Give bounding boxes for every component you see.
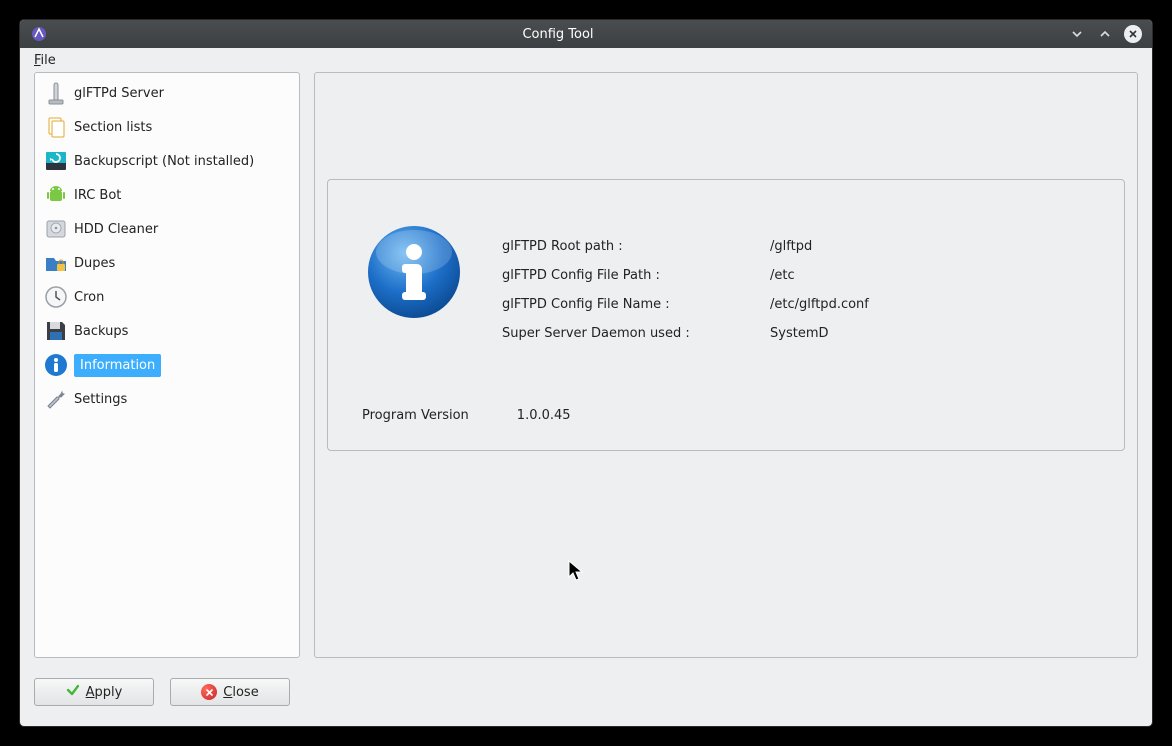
sidebar: glFTPd Server Section lists Backupscript…: [34, 72, 300, 658]
sidebar-item-label: Information: [74, 354, 161, 377]
sidebar-item-label: Cron: [74, 290, 104, 305]
info-labels: glFTPD Root path : glFTPD Config File Pa…: [502, 232, 690, 348]
sidebar-item-irc-bot[interactable]: IRC Bot: [38, 178, 296, 212]
sidebar-item-label: Settings: [74, 392, 127, 407]
server-icon: [42, 79, 70, 107]
hdd-icon: [42, 215, 70, 243]
info-large-icon: [364, 222, 464, 322]
value-config-name: /etc/glftpd.conf: [770, 290, 869, 319]
android-icon: [42, 181, 70, 209]
close-window-button[interactable]: [1124, 25, 1142, 43]
sidebar-item-label: Backupscript (Not installed): [74, 154, 254, 169]
floppy-icon: [42, 317, 70, 345]
close-label-rest: lose: [232, 685, 258, 700]
info-icon: [42, 351, 70, 379]
clock-icon: [42, 283, 70, 311]
minimize-button[interactable]: [1068, 25, 1086, 43]
program-version-row: Program Version 1.0.0.45: [362, 408, 571, 423]
documents-icon: [42, 113, 70, 141]
sidebar-item-label: glFTPd Server: [74, 86, 164, 101]
titlebar: Config Tool: [20, 20, 1152, 48]
maximize-button[interactable]: [1096, 25, 1114, 43]
info-values: /glftpd /etc /etc/glftpd.conf SystemD: [770, 232, 869, 348]
program-version-value: 1.0.0.45: [517, 408, 571, 423]
label-config-name: glFTPD Config File Name :: [502, 290, 690, 319]
backup-drive-icon: [42, 147, 70, 175]
close-icon: [201, 684, 217, 700]
footer: Apply Close: [34, 672, 1138, 712]
info-group: glFTPD Root path : glFTPD Config File Pa…: [327, 179, 1125, 451]
sidebar-item-settings[interactable]: Settings: [38, 382, 296, 416]
sidebar-item-section-lists[interactable]: Section lists: [38, 110, 296, 144]
sidebar-item-label: Section lists: [74, 120, 152, 135]
sidebar-item-backups[interactable]: Backups: [38, 314, 296, 348]
label-daemon: Super Server Daemon used :: [502, 319, 690, 348]
app-icon: [30, 25, 48, 43]
sidebar-item-backupscript[interactable]: Backupscript (Not installed): [38, 144, 296, 178]
sidebar-item-label: Dupes: [74, 256, 115, 271]
folder-lock-icon: [42, 249, 70, 277]
check-icon: [66, 683, 80, 701]
content-pane: glFTPD Root path : glFTPD Config File Pa…: [314, 72, 1138, 658]
window-buttons: [1068, 25, 1142, 43]
sidebar-item-label: IRC Bot: [74, 188, 121, 203]
close-button[interactable]: Close: [170, 678, 290, 706]
label-config-path: glFTPD Config File Path :: [502, 261, 690, 290]
value-root-path: /glftpd: [770, 232, 869, 261]
menu-file[interactable]: File: [28, 51, 62, 70]
program-version-label: Program Version: [362, 408, 469, 423]
sidebar-item-cron[interactable]: Cron: [38, 280, 296, 314]
body: glFTPd Server Section lists Backupscript…: [34, 72, 1138, 658]
label-root-path: glFTPD Root path :: [502, 232, 690, 261]
sidebar-item-label: Backups: [74, 324, 128, 339]
apply-label-rest: pply: [95, 685, 123, 700]
window: Config Tool File glFTPd Server: [20, 20, 1152, 726]
sidebar-item-glftpd-server[interactable]: glFTPd Server: [38, 76, 296, 110]
sidebar-item-information[interactable]: Information: [38, 348, 296, 382]
window-title: Config Tool: [48, 27, 1068, 42]
apply-button[interactable]: Apply: [34, 678, 154, 706]
sidebar-item-label: HDD Cleaner: [74, 222, 158, 237]
menubar: File: [20, 48, 1152, 72]
wrench-icon: [42, 385, 70, 413]
sidebar-item-dupes[interactable]: Dupes: [38, 246, 296, 280]
value-config-path: /etc: [770, 261, 869, 290]
sidebar-item-hdd-cleaner[interactable]: HDD Cleaner: [38, 212, 296, 246]
value-daemon: SystemD: [770, 319, 869, 348]
